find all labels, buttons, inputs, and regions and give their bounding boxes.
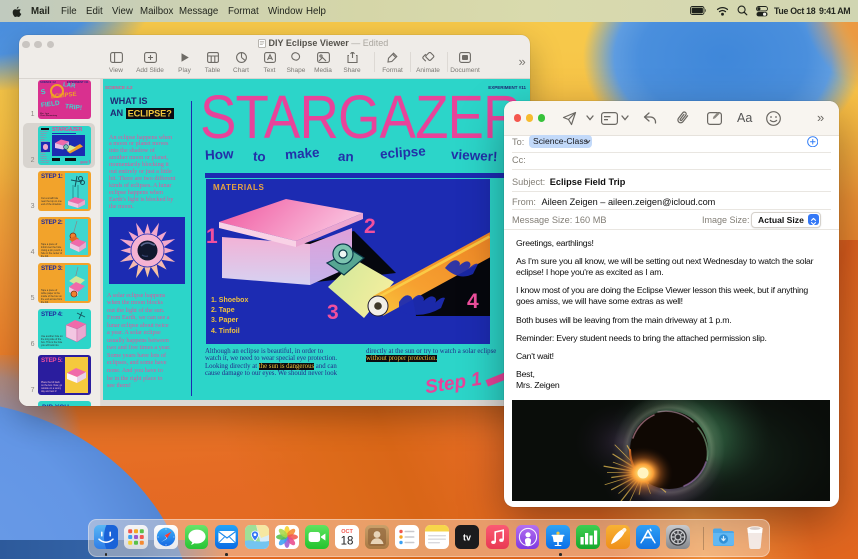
svg-text:tv: tv [463,532,471,542]
svg-text:OCT: OCT [341,529,353,535]
svg-text:18: 18 [341,535,354,547]
